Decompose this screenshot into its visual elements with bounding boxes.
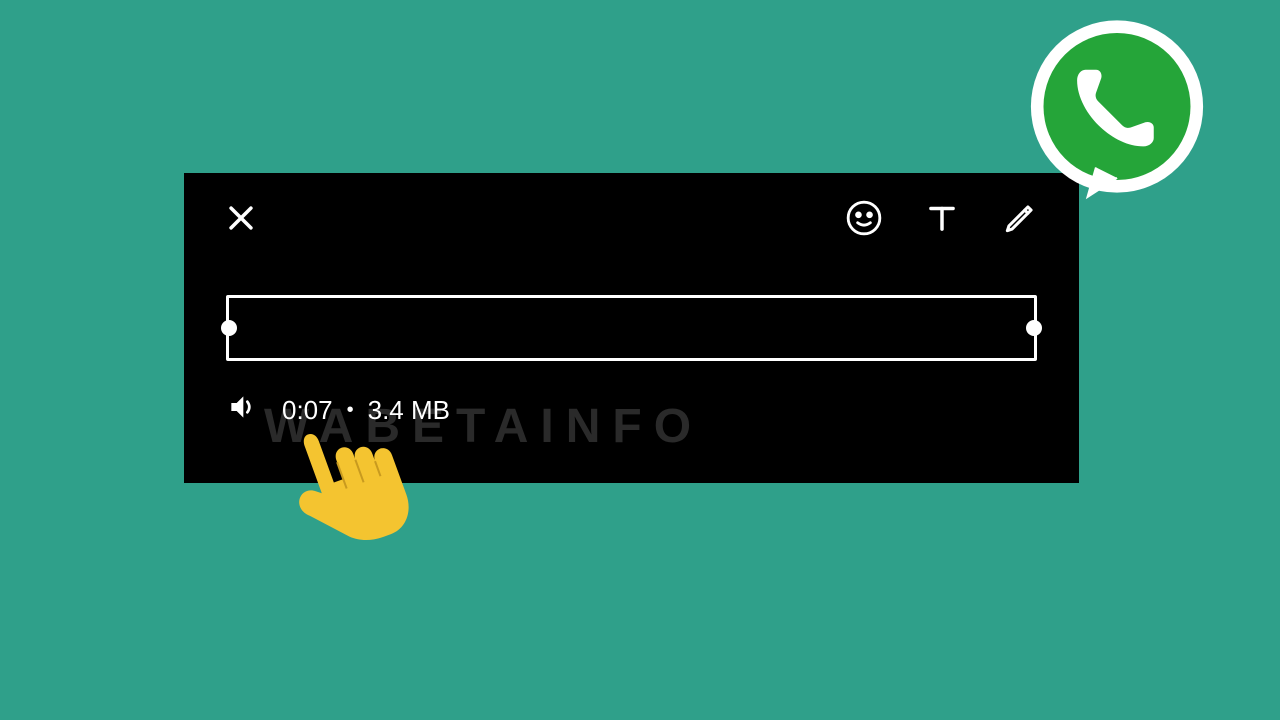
media-info-text: 0:07 • 3.4 MB [282, 395, 450, 426]
whatsapp-logo [1012, 12, 1222, 222]
pointing-hand-icon [268, 408, 418, 578]
text-tool-button[interactable] [923, 199, 961, 242]
close-button[interactable] [224, 201, 258, 240]
media-info-row: 0:07 • 3.4 MB [226, 391, 450, 430]
separator-dot: • [347, 399, 354, 422]
toolbar-right [845, 199, 1039, 242]
mute-toggle-button[interactable] [226, 391, 258, 430]
speaker-icon [226, 391, 258, 423]
pointing-hand-cursor [268, 408, 418, 578]
text-tool-icon [923, 199, 961, 237]
trim-handle-end[interactable] [1026, 320, 1042, 336]
emoji-button[interactable] [845, 199, 883, 242]
duration-label: 0:07 [282, 395, 333, 426]
editor-toolbar [184, 173, 1079, 268]
trim-handle-start[interactable] [221, 320, 237, 336]
filesize-label: 3.4 MB [368, 395, 450, 426]
emoji-icon [845, 199, 883, 237]
close-icon [224, 201, 258, 235]
whatsapp-icon [1012, 12, 1222, 222]
video-trim-track[interactable] [226, 295, 1037, 361]
